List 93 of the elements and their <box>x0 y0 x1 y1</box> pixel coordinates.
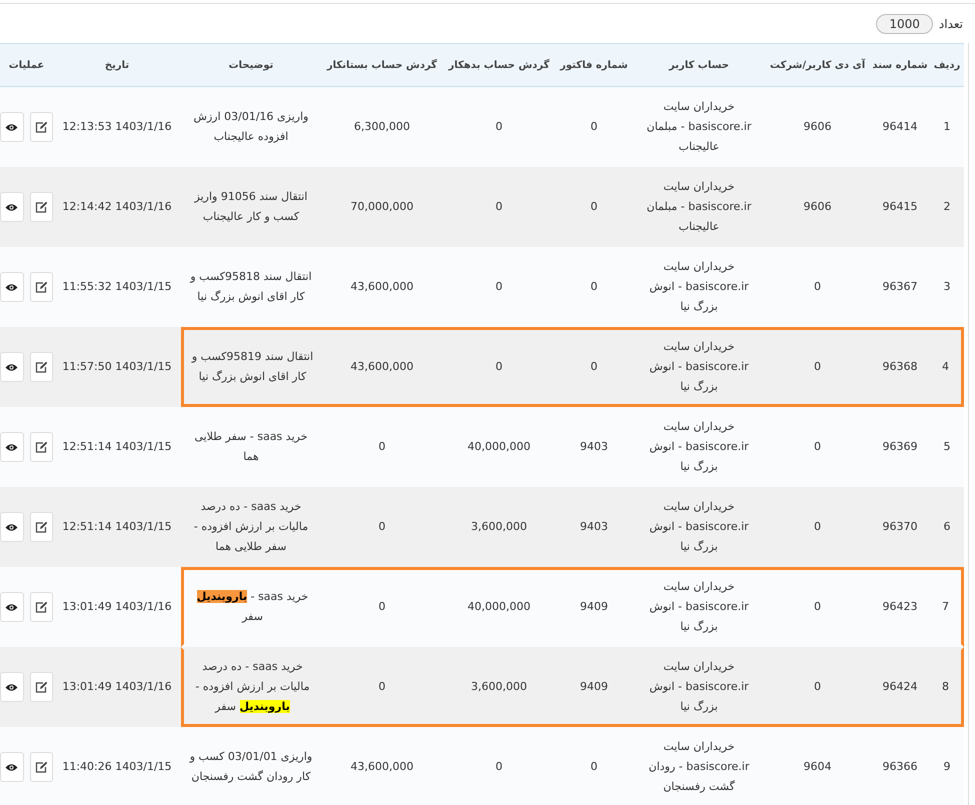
user-account: خریداران سایت basiscore.ir - انوش بزرگ نیا <box>633 327 765 407</box>
user-account: خریداران سایت basiscore.ir - انوش بزرگ نیا <box>633 567 765 647</box>
credit-amount: 43,600,000 <box>321 727 443 805</box>
invoice-number: 9403 <box>555 487 633 567</box>
user-id: 0 <box>765 487 870 567</box>
description: انتقال سند 95818کسب و کار اقای انوش بزرگ نیا <box>181 247 321 327</box>
invoice-number: 9409 <box>555 567 633 647</box>
invoice-number: 0 <box>555 167 633 247</box>
column-header[interactable]: ردیف <box>930 43 964 87</box>
user-account: خریداران سایت basiscore.ir - انوش بزرگ نیا <box>633 247 765 327</box>
user-account: خریداران سایت basiscore.ir - انوش بزرگ نیا <box>633 647 765 727</box>
column-header[interactable]: شماره فاکتور <box>555 43 633 87</box>
date-time: 11:40:26 1403/1/15 <box>53 727 181 805</box>
document-number: 96370 <box>870 487 930 567</box>
credit-amount: 43,600,000 <box>321 327 443 407</box>
row-number: 6 <box>930 487 964 567</box>
row-number: 2 <box>930 167 964 247</box>
date-time: 13:01:49 1403/1/16 <box>53 567 181 647</box>
debit-amount: 3,600,000 <box>443 487 555 567</box>
debit-amount: 3,600,000 <box>443 647 555 727</box>
date-time: 12:14:42 1403/1/16 <box>53 167 181 247</box>
document-number: 96369 <box>870 407 930 487</box>
date-time: 12:51:14 1403/1/15 <box>53 487 181 567</box>
column-header[interactable]: گردش حساب بدهکار <box>443 43 555 87</box>
user-account: خریداران سایت basiscore.ir - انوش بزرگ نیا <box>633 407 765 487</box>
document-number: 96424 <box>870 647 930 727</box>
debit-amount: 0 <box>443 247 555 327</box>
credit-amount: 6,300,000 <box>321 87 443 167</box>
debit-amount: 0 <box>443 87 555 167</box>
user-id: 0 <box>765 327 870 407</box>
row-number: 9 <box>930 727 964 805</box>
description: خرید saas - ده درصد مالیات بر ارزش افزوده - سفر طلایی هما <box>181 487 321 567</box>
date-time: 11:55:32 1403/1/15 <box>53 247 181 327</box>
debit-amount: 0 <box>443 327 555 407</box>
user-account: خریداران سایت basiscore.ir - مبلمان عالیجناب <box>633 87 765 167</box>
column-header[interactable]: عملیات <box>0 43 53 87</box>
credit-amount: 0 <box>321 567 443 647</box>
column-header[interactable]: گردش حساب بستانکار <box>321 43 443 87</box>
user-id: 9604 <box>765 727 870 805</box>
document-number: 96366 <box>870 727 930 805</box>
row-number: 3 <box>930 247 964 327</box>
credit-amount: 70,000,000 <box>321 167 443 247</box>
count-badge: 1000 <box>876 14 933 34</box>
invoice-number: 0 <box>555 727 633 805</box>
debit-amount: 40,000,000 <box>443 407 555 487</box>
credit-amount: 0 <box>321 487 443 567</box>
date-time: 11:57:50 1403/1/15 <box>53 327 181 407</box>
row-number: 4 <box>930 327 964 407</box>
debit-amount: 40,000,000 <box>443 567 555 647</box>
description: خرید saas - سفر طلایی هما <box>181 407 321 487</box>
date-time: 12:13:53 1403/1/16 <box>53 87 181 167</box>
column-header[interactable]: توضیحات <box>181 43 321 87</box>
description: واریزی 03/01/01 کسب و کار رودان گشت رفسنجان <box>181 727 321 805</box>
credit-amount: 0 <box>321 647 443 727</box>
credit-amount: 0 <box>321 407 443 487</box>
debit-amount: 0 <box>443 727 555 805</box>
description: خرید saas - باروبندیل سفر <box>181 567 321 647</box>
description: انتقال سند 95819کسب و کار اقای انوش بزرگ نیا <box>181 327 321 407</box>
invoice-number: 9403 <box>555 407 633 487</box>
column-header[interactable]: تاریخ <box>53 43 181 87</box>
description: خرید saas - ده درصد مالیات بر ارزش افزوده - باروبندیل سفر <box>181 647 321 727</box>
user-id: 0 <box>765 407 870 487</box>
user-id: 9606 <box>765 87 870 167</box>
document-number: 96415 <box>870 167 930 247</box>
document-number: 96368 <box>870 327 930 407</box>
row-number: 5 <box>930 407 964 487</box>
user-id: 0 <box>765 567 870 647</box>
date-time: 12:51:14 1403/1/15 <box>53 407 181 487</box>
user-account: خریداران سایت basiscore.ir - انوش بزرگ نیا <box>633 487 765 567</box>
row-number: 8 <box>930 647 964 727</box>
invoice-number: 9409 <box>555 647 633 727</box>
column-header[interactable]: شماره سند <box>870 43 930 87</box>
column-header[interactable]: حساب کاربر <box>633 43 765 87</box>
user-account: خریداران سایت basiscore.ir - مبلمان عالیجناب <box>633 167 765 247</box>
column-header[interactable]: آی دی کاربر/شرکت <box>765 43 870 87</box>
count-label: تعداد <box>938 16 963 30</box>
user-id: 0 <box>765 247 870 327</box>
document-number: 96367 <box>870 247 930 327</box>
document-number: 96414 <box>870 87 930 167</box>
row-number: 1 <box>930 87 964 167</box>
user-id: 0 <box>765 647 870 727</box>
invoice-number: 0 <box>555 247 633 327</box>
user-account: خریداران سایت basiscore.ir - رودان گشت رفسنجان <box>633 727 765 805</box>
user-id: 9606 <box>765 167 870 247</box>
invoice-number: 0 <box>555 327 633 407</box>
date-time: 13:01:49 1403/1/16 <box>53 647 181 727</box>
document-number: 96423 <box>870 567 930 647</box>
debit-amount: 0 <box>443 167 555 247</box>
credit-amount: 43,600,000 <box>321 247 443 327</box>
description: واریزی 03/01/16 ارزش افزوده عالیجناب <box>181 87 321 167</box>
description: انتقال سند 91056 واریز کسب و کار عالیجناب <box>181 167 321 247</box>
row-number: 7 <box>930 567 964 647</box>
invoice-number: 0 <box>555 87 633 167</box>
